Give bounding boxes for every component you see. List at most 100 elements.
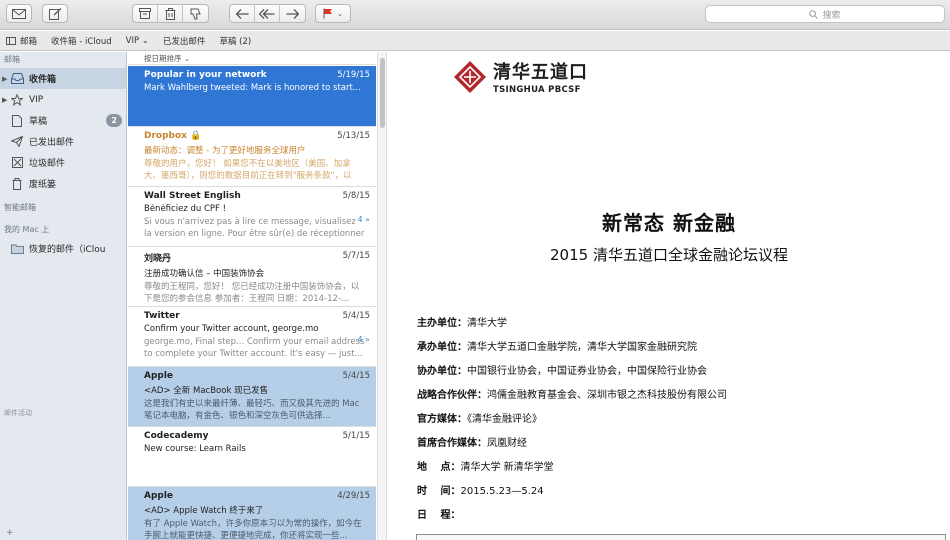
mail-activity-label: 邮件活动: [4, 409, 32, 417]
info-label: 首席合作媒体：: [417, 438, 487, 449]
message-subject: Bénéficiez du CPF !: [144, 204, 227, 214]
trash-icon: [165, 7, 175, 20]
info-row: 时 间：2015.5.23—5.24: [417, 482, 727, 506]
message-subject: <AD> 全新 MacBook 现已发售: [144, 386, 269, 396]
folder-icon: [10, 242, 24, 256]
sidebar-section-mac: 我的 Mac 上: [4, 225, 50, 234]
forward-button[interactable]: [280, 5, 305, 22]
favorites-mailbox-button[interactable]: 邮箱: [6, 35, 37, 47]
info-value: 《清华金融评论》: [467, 414, 542, 425]
sort-menu[interactable]: 按日期排序 ⌄: [128, 52, 376, 65]
sidebar-section-mailboxes: 邮箱: [4, 55, 20, 64]
favorites-bar: 邮箱 收件箱 - iCloud VIP ⌄ 已发出邮件 草稿 (2): [0, 31, 950, 51]
list-item[interactable]: Apple 5/4/15 <AD> 全新 MacBook 现已发售 这是我们有史…: [128, 367, 376, 427]
message-date: 5/8/15: [342, 191, 370, 201]
compose-icon: [48, 7, 61, 20]
info-value: 凤凰财经: [487, 438, 527, 449]
info-value: 清华大学 新清华学堂: [460, 462, 554, 473]
sidebar-item-sent[interactable]: 已发出邮件: [0, 131, 126, 152]
message-date: 4/29/15: [337, 491, 370, 501]
list-item[interactable]: Popular in your network 5/19/15 Mark Wah…: [128, 66, 376, 127]
info-row: 战略合作伙伴：鸿儒金融教育基金会、深圳市银之杰科技股份有限公司: [417, 386, 727, 410]
flag-button[interactable]: ⌄: [315, 4, 351, 23]
scrollbar-thumb[interactable]: [380, 58, 385, 128]
list-item[interactable]: Dropbox 🔒 5/13/15 最新动态：调整 - 为了更好地服务全球用户 …: [128, 127, 376, 187]
message-sender: Apple: [144, 371, 174, 381]
search-field[interactable]: 搜索: [705, 5, 945, 23]
sidebar-item-inbox[interactable]: ▶ 收件箱: [0, 68, 126, 89]
favorites-drafts[interactable]: 草稿 (2): [219, 35, 251, 47]
thumbs-down-icon: [190, 8, 201, 19]
toolbar: ⌄ 搜索: [0, 0, 950, 30]
list-item[interactable]: Apple 4/29/15 <AD> Apple Watch 终于来了 有了 A…: [128, 487, 376, 540]
disclosure-triangle-icon[interactable]: ▶: [2, 96, 7, 104]
info-label: 官方媒体：: [417, 414, 467, 425]
sidebar-item-trash[interactable]: 废纸篓: [0, 173, 126, 194]
favorites-inbox-label: 收件箱 - iCloud: [51, 36, 112, 47]
archive-button[interactable]: [133, 5, 158, 22]
message-sender: Wall Street English: [144, 191, 241, 201]
list-item[interactable]: 刘晓丹 5/7/15 注册成功确认信 – 中国装饰协会 尊敬的王程同，您好！ 您…: [128, 247, 376, 307]
thread-count-badge: 4 »: [357, 335, 370, 344]
reading-pane: 清华五道口 TSINGHUA PBCSF 新常态 新金融 2015 清华五道口全…: [388, 52, 950, 540]
reply-button[interactable]: [230, 5, 255, 22]
info-row: 首席合作媒体：凤凰财经: [417, 434, 727, 458]
message-preview: 尊敬的用户，您好！ 如果您不在以美地区（美国、加拿大、墨西哥），则您的数据目前正…: [144, 159, 352, 181]
delete-button[interactable]: [158, 5, 183, 22]
favorites-sent[interactable]: 已发出邮件: [163, 35, 206, 47]
compose-button[interactable]: [42, 4, 68, 23]
sidebar-item-recovered[interactable]: 恢复的邮件（iClou: [0, 238, 126, 259]
sidebar: 邮箱 ▶ 收件箱 ▶ VIP 草稿 2 已发出邮件 垃圾邮件 废纸篓 智能邮箱 …: [0, 52, 127, 540]
favorites-mailbox-label: 邮箱: [20, 36, 38, 47]
sidebar-item-label: 已发出邮件: [29, 138, 75, 148]
get-mail-button[interactable]: [6, 4, 32, 23]
favorites-inbox[interactable]: 收件箱 - iCloud: [51, 35, 112, 47]
disclosure-triangle-icon[interactable]: ▶: [2, 75, 7, 83]
junk-icon: [10, 156, 24, 170]
pbcsf-logo-icon: [454, 60, 486, 93]
message-actions: [132, 4, 209, 23]
info-label: 日 程：: [417, 510, 461, 521]
sidebar-item-vip[interactable]: ▶ VIP: [0, 89, 126, 110]
message-sender: Codecademy: [144, 431, 209, 441]
document-subtitle: 2015 清华五道口全球金融论坛议程: [550, 246, 788, 264]
list-item[interactable]: Wall Street English 5/8/15 Bénéficiez du…: [128, 187, 376, 247]
info-label: 协办单位：: [417, 366, 467, 377]
archive-icon: [139, 8, 151, 19]
message-list: 按日期排序 ⌄ Popular in your network 5/19/15 …: [128, 52, 376, 540]
sidebar-item-junk[interactable]: 垃圾邮件: [0, 152, 126, 173]
message-list-scrollbar[interactable]: [377, 52, 387, 540]
message-date: 5/4/15: [342, 371, 370, 381]
sidebar-section-smart: 智能邮箱: [4, 203, 36, 212]
sidebar-item-label: 收件箱: [29, 75, 57, 85]
message-sender: 刘晓丹: [144, 254, 172, 264]
favorites-vip[interactable]: VIP ⌄: [126, 36, 149, 46]
envelope-icon: [12, 8, 26, 19]
message-sender: Apple: [144, 491, 174, 501]
message-sender: Popular in your network: [144, 70, 267, 80]
info-row: 承办单位：清华大学五道口金融学院，清华大学国家金融研究院: [417, 338, 727, 362]
drafts-count-badge: 2: [106, 114, 122, 127]
list-item[interactable]: Twitter 5/4/15 Confirm your Twitter acco…: [128, 307, 376, 367]
reply-all-button[interactable]: [255, 5, 280, 22]
junk-button[interactable]: [183, 5, 208, 22]
sidebar-item-label: 草稿: [29, 117, 48, 127]
message-date: 5/19/15: [337, 70, 370, 80]
logo-chinese-name: 清华五道口: [493, 62, 588, 83]
info-label: 承办单位：: [417, 342, 467, 353]
message-date: 5/1/15: [342, 431, 370, 441]
tsinghua-logo: 清华五道口 TSINGHUA PBCSF: [453, 58, 588, 95]
sidebar-item-label: VIP: [29, 94, 44, 105]
sidebar-bottom-controls: +: [0, 528, 126, 540]
message-subject: Confirm your Twitter account, george.mo: [144, 324, 319, 334]
search-placeholder: 搜索: [822, 10, 841, 21]
flag-icon: [323, 8, 333, 19]
message-subject: <AD> Apple Watch 终于来了: [144, 506, 264, 516]
message-preview: george.mo, Final step... Confirm your em…: [144, 337, 365, 359]
reply-icon: [235, 8, 248, 19]
reply-actions: [229, 4, 306, 23]
add-icon[interactable]: +: [6, 528, 14, 538]
sidebar-item-drafts[interactable]: 草稿 2: [0, 110, 126, 131]
message-preview: Mark Wahlberg tweeted: Mark is honored t…: [144, 83, 361, 93]
list-item[interactable]: Codecademy 5/1/15 New course: Learn Rail…: [128, 427, 376, 487]
